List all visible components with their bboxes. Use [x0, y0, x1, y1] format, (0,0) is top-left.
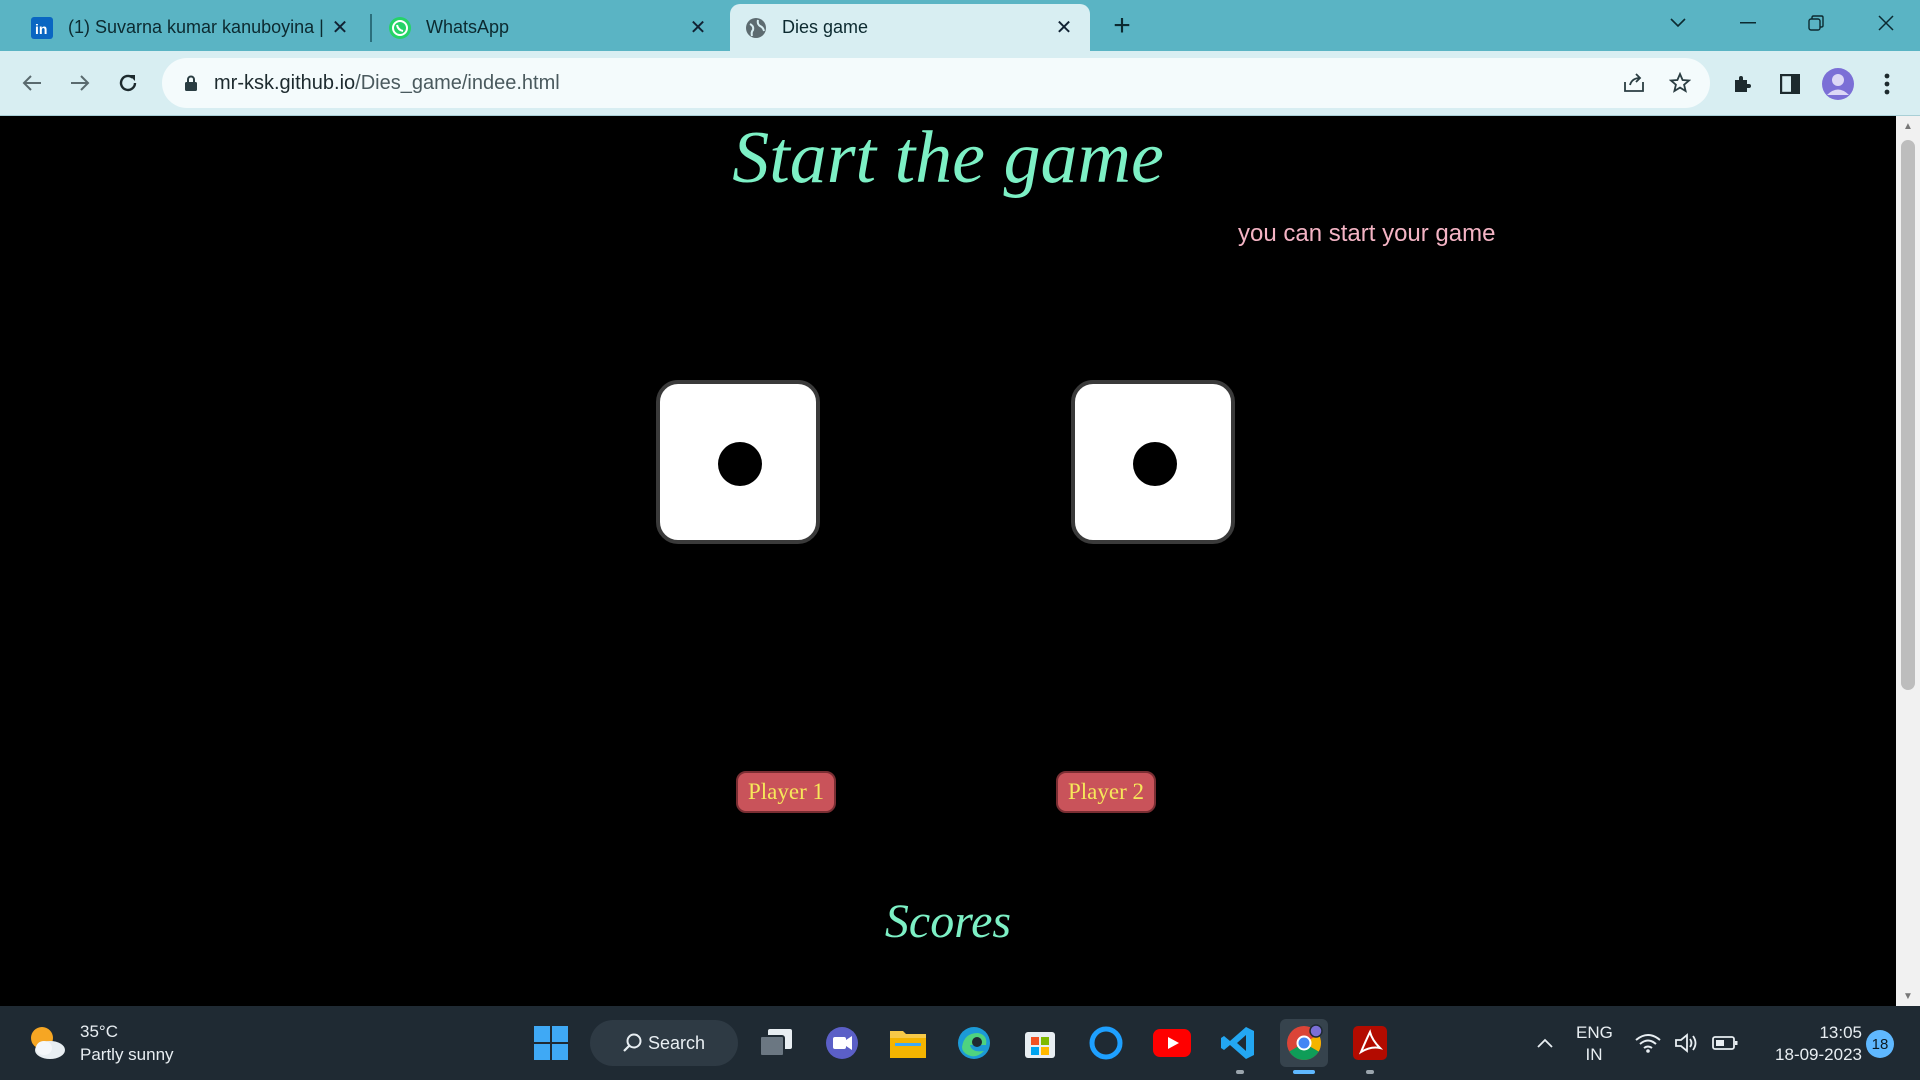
lang-line1: ENG — [1576, 1023, 1613, 1042]
battery-icon[interactable] — [1705, 1019, 1745, 1067]
meet-icon[interactable] — [818, 1019, 866, 1067]
file-explorer-icon[interactable] — [884, 1019, 932, 1067]
restore-icon[interactable] — [1792, 6, 1840, 40]
chrome-icon[interactable] — [1280, 1019, 1328, 1067]
back-icon[interactable] — [12, 63, 52, 103]
side-panel-icon[interactable] — [1771, 65, 1809, 103]
search-label: Search — [648, 1032, 706, 1053]
cortana-icon[interactable] — [1082, 1019, 1130, 1067]
globe-icon — [744, 16, 768, 40]
tab-dies-game[interactable]: Dies game ✕ — [730, 4, 1090, 51]
show-hidden-icons-chevron-up-icon[interactable] — [1520, 1019, 1570, 1067]
url-text: mr-ksk.github.io/Dies_game/indee.html — [214, 72, 560, 95]
bookmark-star-icon[interactable] — [1668, 71, 1692, 95]
tab-search-icon[interactable] — [1654, 6, 1702, 40]
taskbar-search[interactable]: Search — [590, 1020, 738, 1066]
running-indicator — [1366, 1070, 1374, 1074]
lock-icon[interactable] — [180, 72, 202, 94]
running-indicator — [1236, 1070, 1244, 1074]
die-pip — [1133, 442, 1177, 486]
reload-icon[interactable] — [108, 63, 148, 103]
tab-linkedin[interactable]: in (1) Suvarna kumar kanuboyina | L ✕ — [16, 4, 366, 51]
die-player2 — [1071, 380, 1235, 544]
scores-heading: Scores — [884, 895, 1012, 948]
language-indicator[interactable]: ENG IN — [1576, 1022, 1613, 1066]
weather-temp: 35°C — [80, 1022, 118, 1041]
forward-icon[interactable] — [60, 63, 100, 103]
extensions-icon[interactable] — [1723, 65, 1761, 103]
menu-kebab-icon[interactable] — [1868, 65, 1906, 103]
windows-taskbar: 35°C Partly sunny Search ENG IN 13:05 18… — [0, 1006, 1920, 1080]
tab-title: WhatsApp — [426, 17, 510, 37]
player2-button[interactable]: Player 2 — [1056, 771, 1156, 813]
tab-whatsapp[interactable]: WhatsApp ✕ — [374, 4, 724, 51]
vscode-icon[interactable] — [1214, 1019, 1262, 1067]
clock[interactable]: 13:05 18-09-2023 — [1752, 1022, 1862, 1066]
die-pip — [718, 442, 762, 486]
close-tab-icon[interactable]: ✕ — [686, 16, 710, 40]
close-window-icon[interactable] — [1862, 6, 1910, 40]
tab-title: (1) Suvarna kumar kanuboyina | L — [68, 17, 328, 37]
die-player1 — [656, 380, 820, 544]
whatsapp-icon — [388, 16, 412, 40]
wifi-icon[interactable] — [1628, 1019, 1668, 1067]
weather-widget[interactable]: 35°C Partly sunny — [26, 1020, 174, 1066]
task-view-icon[interactable] — [752, 1019, 800, 1067]
minimize-icon[interactable] — [1724, 6, 1772, 40]
active-indicator — [1293, 1070, 1315, 1074]
weather-desc: Partly sunny — [80, 1045, 174, 1064]
acrobat-icon[interactable] — [1346, 1019, 1394, 1067]
browser-toolbar: mr-ksk.github.io/Dies_game/indee.html — [0, 51, 1920, 116]
scroll-up-icon[interactable]: ▲ — [1896, 116, 1920, 136]
new-tab-icon[interactable]: + — [1106, 9, 1138, 42]
store-icon[interactable] — [1016, 1019, 1064, 1067]
edge-icon[interactable] — [950, 1019, 998, 1067]
start-icon[interactable] — [527, 1019, 575, 1067]
game-status-text: you can start your game — [1238, 220, 1496, 247]
tab-title: Dies game — [782, 17, 869, 37]
page-content: Start the game you can start your game P… — [0, 116, 1896, 1006]
scroll-thumb[interactable] — [1901, 140, 1915, 690]
clock-date: 18-09-2023 — [1775, 1045, 1862, 1064]
profile-avatar[interactable] — [1819, 65, 1857, 103]
tab-separator — [370, 14, 372, 42]
url-path: /Dies_game/indee.html — [355, 71, 560, 94]
notification-badge[interactable]: 18 — [1866, 1030, 1894, 1058]
share-icon[interactable] — [1622, 71, 1646, 95]
close-tab-icon[interactable]: ✕ — [1052, 16, 1076, 40]
search-icon — [623, 1033, 642, 1052]
page-scrollbar[interactable]: ▲ ▼ — [1896, 116, 1920, 1006]
player1-button[interactable]: Player 1 — [736, 771, 836, 813]
tab-strip: in (1) Suvarna kumar kanuboyina | L ✕ Wh… — [0, 0, 1920, 51]
lang-line2: IN — [1585, 1045, 1603, 1064]
volume-icon[interactable] — [1666, 1019, 1706, 1067]
address-bar[interactable]: mr-ksk.github.io/Dies_game/indee.html — [162, 58, 1710, 108]
partly-sunny-icon — [26, 1022, 68, 1064]
page-heading: Start the game — [732, 117, 1164, 199]
url-host: mr-ksk.github.io — [214, 71, 356, 94]
youtube-icon[interactable] — [1148, 1019, 1196, 1067]
scroll-down-icon[interactable]: ▼ — [1896, 986, 1920, 1006]
clock-time: 13:05 — [1819, 1023, 1862, 1042]
linkedin-icon: in — [30, 16, 54, 40]
svg-text:in: in — [35, 21, 47, 37]
close-tab-icon[interactable]: ✕ — [328, 16, 352, 40]
